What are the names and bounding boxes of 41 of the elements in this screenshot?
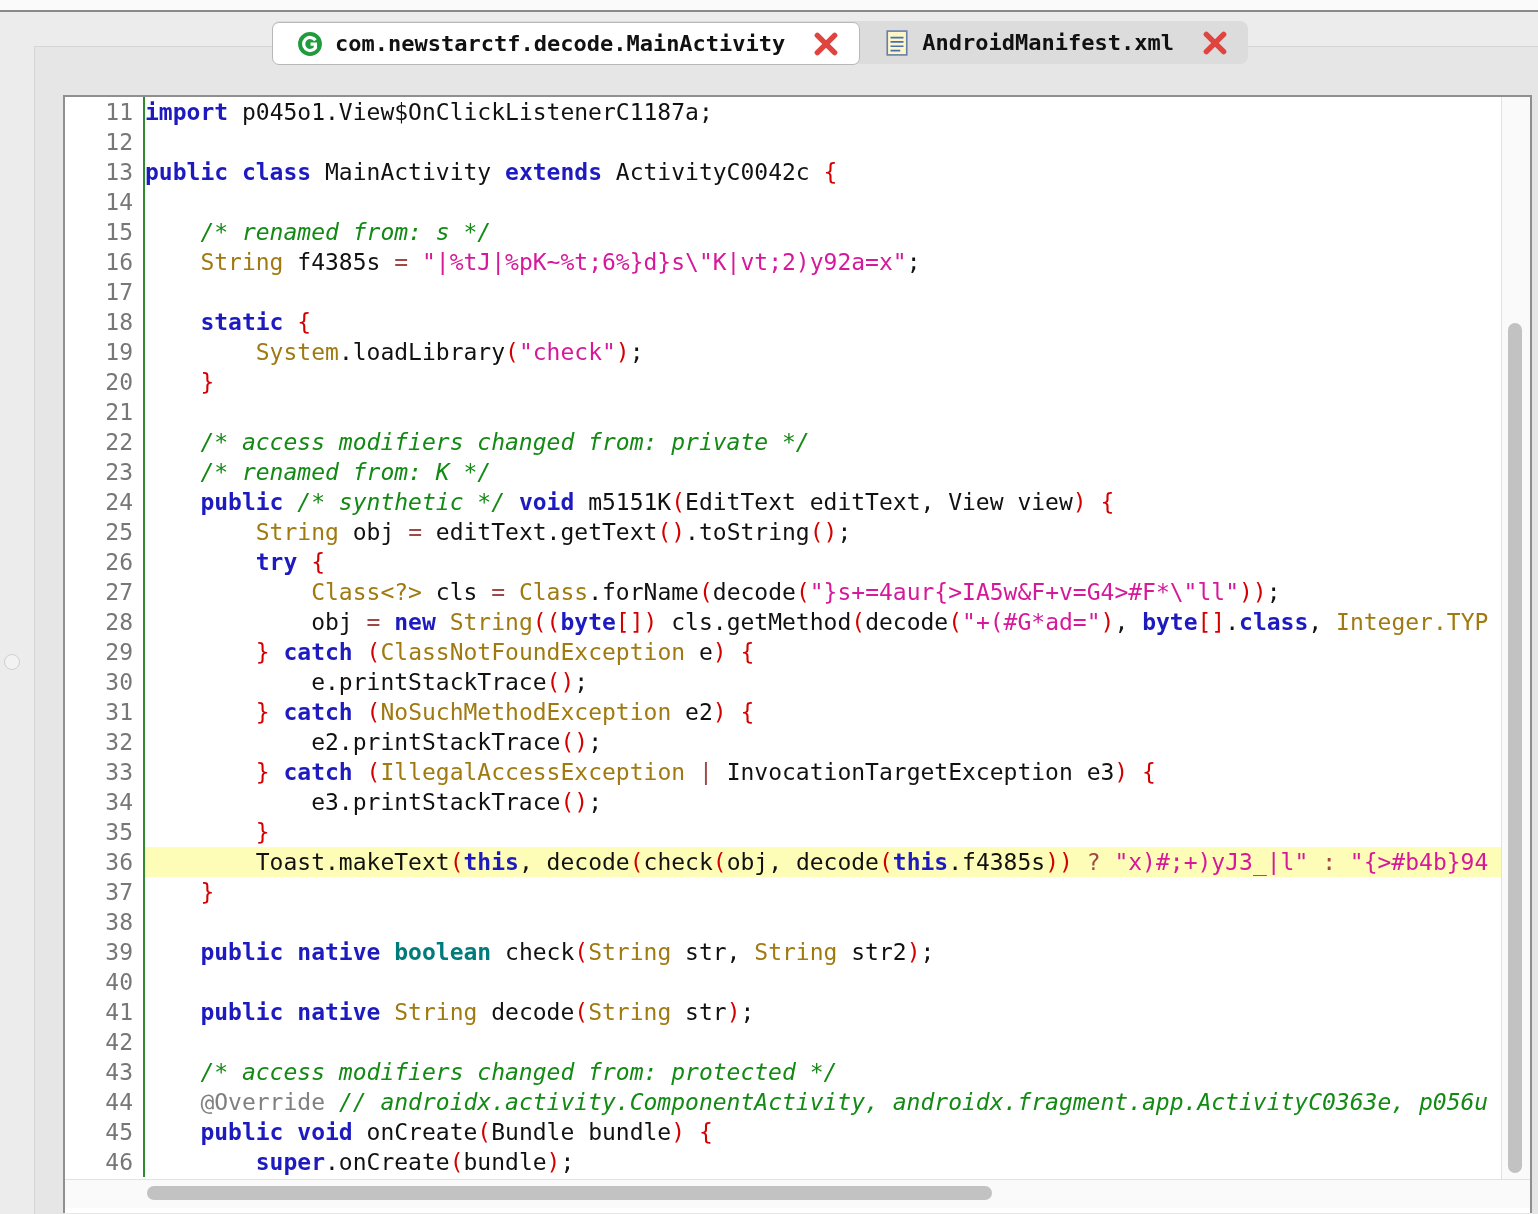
line-number: 36 xyxy=(65,847,143,877)
code-line: super.onCreate(bundle); xyxy=(254,1149,575,1175)
code-line: /* access modifiers changed from: protected */ xyxy=(199,1059,838,1085)
code-line: } catch (ClassNotFoundException e) { xyxy=(254,639,755,665)
code-line: } xyxy=(199,879,215,905)
code-line: } xyxy=(199,369,215,395)
close-icon[interactable] xyxy=(813,30,840,57)
code-line: public /* synthetic */ void m5151K(EditText editText, View view) { xyxy=(199,489,1115,515)
code-line: e2.printStackTrace(); xyxy=(310,729,602,755)
code-line: Class<?> cls = Class.forName(decode("}s+=4aur{>IA5w&F+v=G4>#F*\"ll")); xyxy=(310,579,1281,605)
code-line: } catch (NoSuchMethodException e2) { xyxy=(254,699,755,725)
code-line: try { xyxy=(254,549,326,575)
editor-tab[interactable]: com.newstarctf.decode.MainActivity xyxy=(272,22,861,65)
vertical-scrollbar[interactable] xyxy=(1501,97,1530,1179)
code-line: @Override // androidx.activity.ComponentActivity, androidx.fragment.app.ActivityC0363e, p056u xyxy=(199,1089,1489,1115)
code-line: String obj = editText.getText().toString(); xyxy=(254,519,852,545)
code-line: static { xyxy=(199,309,312,335)
code-line: e.printStackTrace(); xyxy=(310,669,589,695)
code-line: e3.printStackTrace(); xyxy=(310,789,602,815)
code-line: obj = new String((byte[]) cls.getMethod(decode("+(#G*ad="), byte[].class, Integer.TYP xyxy=(310,609,1489,635)
class-icon xyxy=(297,30,323,57)
splitter-handle[interactable] xyxy=(4,654,20,670)
code-line: } xyxy=(254,819,270,845)
close-icon[interactable] xyxy=(1202,29,1228,56)
code-line: public native String decode(String str); xyxy=(199,999,755,1025)
code-line: import p045o1.View$OnClickListenerC1187a; xyxy=(145,99,713,125)
horizontal-scrollbar[interactable] xyxy=(65,1179,1530,1208)
tab-label[interactable]: com.newstarctf.decode.MainActivity xyxy=(335,31,786,56)
code-line: /* access modifiers changed from: private */ xyxy=(199,429,810,455)
code-line: /* renamed from: K */ xyxy=(199,459,492,485)
code-line: String f4385s = "|%tJ|%pK~%t;6%}d}s\"K|vt;2)y92a=x"; xyxy=(199,249,921,275)
editor-tab[interactable]: AndroidManifest.xml xyxy=(860,22,1248,63)
code-line: public native boolean check(String str, String str2); xyxy=(199,939,935,965)
code-line: Toast.makeText(this, decode(check(obj, decode(this.f4385s)) ? "x)#;+)yJ3_|l" : "{>#b4b}94 xyxy=(254,849,1489,875)
code-line: /* renamed from: s */ xyxy=(199,219,492,245)
code-line: } catch (IllegalAccessException | InvocationTargetException e3) { xyxy=(254,759,1156,785)
code-line: public void onCreate(Bundle bundle) { xyxy=(199,1119,713,1145)
tab-label[interactable]: AndroidManifest.xml xyxy=(922,30,1174,55)
code-line: System.loadLibrary("check"); xyxy=(254,339,644,365)
code-line: public class MainActivity extends ActivityC0042c { xyxy=(145,159,838,185)
document-icon xyxy=(884,29,911,56)
